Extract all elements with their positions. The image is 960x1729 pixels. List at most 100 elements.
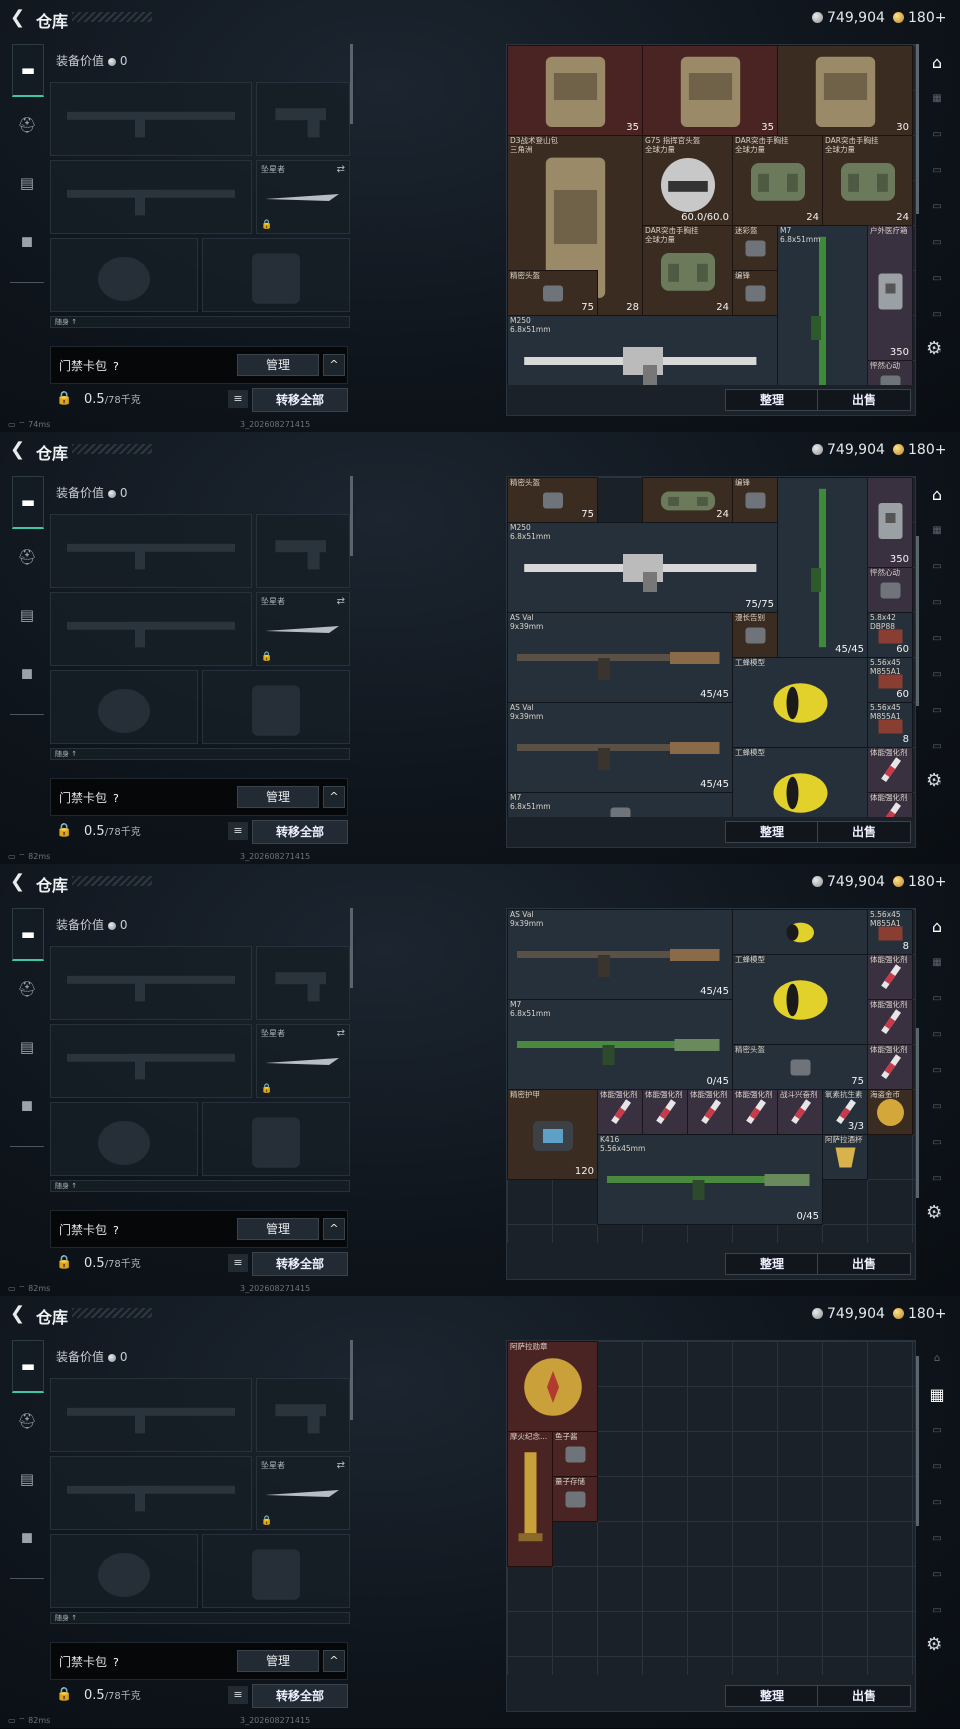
- storage-scrollbar[interactable]: [916, 536, 919, 706]
- help-icon[interactable]: ?: [113, 360, 119, 373]
- secondary-weapon-slot[interactable]: [50, 160, 252, 234]
- inventory-item[interactable]: 怦然心动: [867, 567, 913, 613]
- inventory-item[interactable]: 海盗金币: [867, 1089, 913, 1135]
- inventory-item[interactable]: 体能强化剂: [597, 1089, 643, 1135]
- inventory-item[interactable]: M7 6.8x51mm 0/45: [507, 999, 733, 1090]
- inventory-item[interactable]: 45/45: [777, 477, 868, 658]
- storage-tab[interactable]: ▭: [922, 1016, 952, 1052]
- swap-icon[interactable]: ⇄: [337, 1460, 345, 1471]
- inventory-item[interactable]: 精密头盔 75: [507, 270, 598, 316]
- armor-slot[interactable]: [202, 1102, 350, 1176]
- gun-tab[interactable]: ▬: [12, 476, 44, 529]
- swap-icon[interactable]: ⇄: [337, 596, 345, 607]
- helmet-tab[interactable]: ⛑: [12, 532, 42, 582]
- list-icon[interactable]: ≡: [228, 822, 248, 840]
- inventory-item[interactable]: 迷彩盔: [732, 225, 778, 271]
- case-tab[interactable]: ◼: [12, 216, 42, 266]
- storage-tab[interactable]: ▭: [922, 728, 952, 764]
- inventory-item[interactable]: M7 6.8x51mm: [777, 225, 868, 406]
- storage-tab[interactable]: ▭: [922, 1124, 952, 1160]
- help-icon[interactable]: ?: [113, 1656, 119, 1669]
- inventory-item[interactable]: 户外医疗箱 350: [867, 225, 913, 361]
- swap-icon[interactable]: ⇄: [337, 164, 345, 175]
- inventory-item[interactable]: 体能强化剂: [867, 747, 913, 793]
- case-tab[interactable]: ◼: [12, 648, 42, 698]
- inventory-item[interactable]: 工蜂模型: [732, 954, 868, 1045]
- case-tab[interactable]: ◼: [12, 1512, 42, 1562]
- storage-tab[interactable]: ▭: [922, 548, 952, 584]
- sell-button[interactable]: 出售: [817, 1253, 911, 1275]
- inventory-item[interactable]: DAR突击手胸挂 全球力量 24: [732, 135, 823, 226]
- primary-weapon-slot[interactable]: [50, 82, 252, 156]
- manage-button[interactable]: 管理: [237, 1650, 319, 1672]
- inventory-item[interactable]: 体能强化剂: [867, 999, 913, 1045]
- melee-slot[interactable]: 坠星者 ⇄ 🔒: [256, 1456, 350, 1530]
- rig-tab[interactable]: ▤: [12, 158, 42, 208]
- inventory-item[interactable]: 精密头盔 75: [732, 1044, 868, 1090]
- gear-icon[interactable]: ⚙: [926, 770, 942, 791]
- pistol-slot[interactable]: [256, 1378, 350, 1452]
- list-icon[interactable]: ≡: [228, 1686, 248, 1704]
- storage-scrollbar[interactable]: [916, 1028, 919, 1198]
- storage-tab[interactable]: ▭: [922, 1520, 952, 1556]
- inventory-item[interactable]: 体能强化剂: [732, 1089, 778, 1135]
- expand-chevron-icon[interactable]: ^: [323, 1650, 345, 1672]
- storage-tab[interactable]: ▭: [922, 1160, 952, 1196]
- inventory-item[interactable]: [732, 909, 868, 955]
- storage-scrollbar[interactable]: [916, 44, 919, 214]
- storage-tab[interactable]: ▭: [922, 1052, 952, 1088]
- inventory-item[interactable]: K416 5.56x45mm 0/45: [597, 1134, 823, 1225]
- sell-button[interactable]: 出售: [817, 821, 911, 843]
- sort-button[interactable]: 整理: [725, 821, 819, 843]
- case-tab[interactable]: ◼: [12, 1080, 42, 1130]
- sell-button[interactable]: 出售: [817, 1685, 911, 1707]
- storage-tab[interactable]: ▭: [922, 620, 952, 656]
- gear-icon[interactable]: ⚙: [926, 338, 942, 359]
- pistol-slot[interactable]: [256, 82, 350, 156]
- armor-slot[interactable]: [202, 670, 350, 744]
- melee-slot[interactable]: 坠星者 ⇄ 🔒: [256, 1024, 350, 1098]
- storage-tab[interactable]: ▭: [922, 1412, 952, 1448]
- helmet-tab[interactable]: ⛑: [12, 1396, 42, 1446]
- back-icon[interactable]: ❮: [10, 9, 28, 27]
- inventory-item[interactable]: AS Val 9x39mm 45/45: [507, 702, 733, 793]
- primary-weapon-slot[interactable]: [50, 946, 252, 1020]
- manage-button[interactable]: 管理: [237, 786, 319, 808]
- storage-tab[interactable]: ▭: [922, 296, 952, 332]
- inventory-item[interactable]: 体能强化剂: [642, 1089, 688, 1135]
- storage-tab[interactable]: ▭: [922, 656, 952, 692]
- secondary-weapon-slot[interactable]: [50, 1456, 252, 1530]
- storage-tab[interactable]: ⌂: [922, 908, 952, 944]
- inventory-item[interactable]: M250 6.8x51mm 75/75: [507, 522, 778, 613]
- melee-slot[interactable]: 坠星者 ⇄ 🔒: [256, 592, 350, 666]
- storage-tab[interactable]: ▭: [922, 1556, 952, 1592]
- storage-tab[interactable]: ⌂: [922, 476, 952, 512]
- inventory-item[interactable]: 35: [507, 45, 643, 136]
- inventory-item[interactable]: 氧素抗生素 3/3: [822, 1089, 868, 1135]
- storage-tab[interactable]: ▦: [922, 1376, 952, 1412]
- helmet-slot[interactable]: [50, 1534, 198, 1608]
- pistol-slot[interactable]: [256, 946, 350, 1020]
- helmet-slot[interactable]: [50, 670, 198, 744]
- rig-tab[interactable]: ▤: [12, 1022, 42, 1072]
- inventory-item[interactable]: 5.8x42 DBP88 60: [867, 612, 913, 658]
- storage-tab[interactable]: ▭: [922, 584, 952, 620]
- manage-button[interactable]: 管理: [237, 1218, 319, 1240]
- armor-slot[interactable]: [202, 238, 350, 312]
- gun-tab[interactable]: ▬: [12, 908, 44, 961]
- storage-scrollbar[interactable]: [916, 1356, 919, 1526]
- storage-tab[interactable]: ▭: [922, 692, 952, 728]
- storage-tab[interactable]: ▭: [922, 116, 952, 152]
- storage-tab[interactable]: ⌂: [922, 44, 952, 80]
- extra-slot[interactable]: 随身 ↑: [50, 1612, 350, 1624]
- secondary-weapon-slot[interactable]: [50, 1024, 252, 1098]
- helmet-slot[interactable]: [50, 1102, 198, 1176]
- gear-icon[interactable]: ⚙: [926, 1202, 942, 1223]
- gun-tab[interactable]: ▬: [12, 44, 44, 97]
- inventory-item[interactable]: 阿萨拉勋章: [507, 1341, 598, 1432]
- storage-tab[interactable]: ▭: [922, 1592, 952, 1628]
- inventory-item[interactable]: DAR突击手胸挂 全球力量 24: [822, 135, 913, 226]
- gear-icon[interactable]: ⚙: [926, 1634, 942, 1655]
- inventory-item[interactable]: 工蜂模型: [732, 657, 868, 748]
- inventory-item[interactable]: 编锋: [732, 270, 778, 316]
